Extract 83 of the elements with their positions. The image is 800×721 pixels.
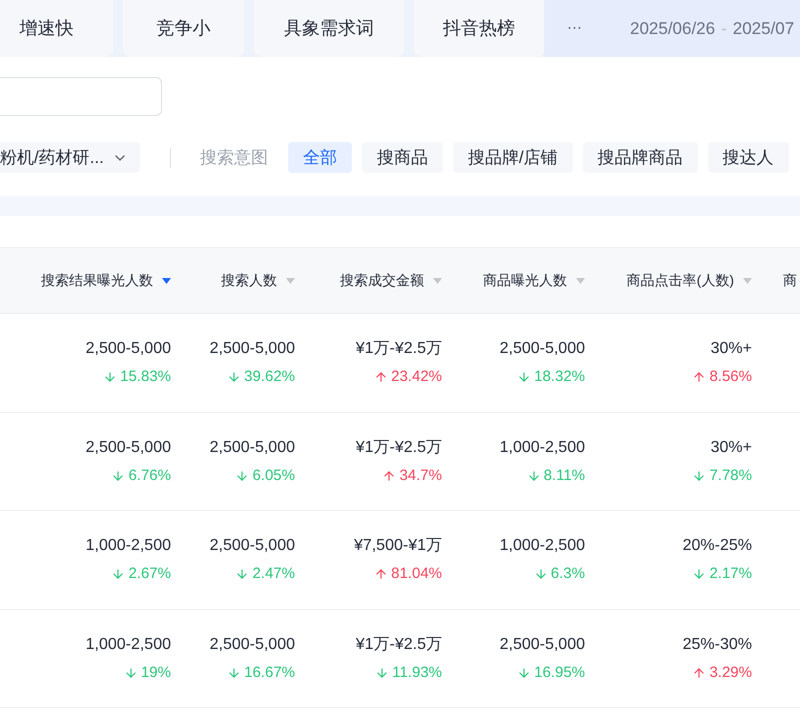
change-indicator: 7.78% [692,464,752,487]
arrow-down-icon [517,666,532,680]
sort-caret-icon [743,278,752,284]
change-indicator: 16.95% [517,662,585,684]
metric-value: 2,500-5,000 [500,339,585,359]
arrow-down-icon [692,468,706,483]
intent-chip[interactable]: 搜品牌/店铺 [452,142,573,173]
change-indicator: 8.56% [692,366,752,388]
more-tabs-button[interactable]: ··· [567,17,582,40]
category-tab[interactable]: 竞争小 [123,0,244,57]
sort-caret-icon [433,278,442,284]
metric-value: 2,500-5,000 [210,438,295,458]
change-indicator: 6.76% [111,464,171,487]
change-indicator: 34.7% [382,464,442,487]
metric-value: ¥1万-¥2.5万 [356,438,442,458]
change-indicator: 16.67% [227,662,295,684]
metric-value: 2,500-5,000 [210,634,295,654]
category-tab[interactable]: 增速快 [0,0,113,57]
metric-value: ¥1万-¥2.5万 [356,634,442,654]
arrow-up-icon [374,567,388,582]
metric-value: 30%+ [710,438,752,458]
sort-caret-icon [576,278,585,284]
column-header[interactable]: 商品点击率(人数) [626,270,752,291]
column-header[interactable]: 搜索人数 [221,270,295,291]
sort-caret-icon [286,278,295,284]
arrow-up-icon [692,370,706,384]
arrow-down-icon [235,468,250,483]
change-indicator: 2.17% [692,563,752,586]
metric-value: 20%-25% [682,536,752,556]
change-indicator: 19% [124,662,171,684]
metric-value: 25%-30% [682,634,752,654]
change-indicator: 81.04% [374,563,442,586]
metric-value: 2,500-5,000 [210,339,295,359]
change-indicator: 2.47% [235,563,295,586]
arrow-down-icon [534,567,548,582]
arrow-down-icon [235,567,250,582]
intent-chip[interactable]: 搜达人 [708,142,789,173]
category-tab[interactable]: 抖音热榜 [414,0,544,57]
metric-value: ¥7,500-¥1万 [354,536,442,556]
sort-caret-icon [162,278,171,284]
metric-value: 30%+ [710,339,752,359]
arrow-down-icon [375,666,390,680]
metric-value: 2,500-5,000 [210,536,295,556]
change-indicator: 11.93% [375,662,442,684]
search-field[interactable] [0,77,162,116]
column-header[interactable]: 搜索结果曝光人数 [41,270,171,291]
arrow-down-icon [111,468,126,483]
column-header[interactable]: 商品曝光人数 [483,270,585,291]
metric-value: 1,000-2,500 [500,536,585,556]
metric-value: 2,500-5,000 [86,438,171,458]
arrow-down-icon [526,468,541,483]
change-indicator: 6.3% [534,563,585,586]
change-indicator: 18.32% [517,366,585,388]
metric-value: 2,500-5,000 [500,634,585,654]
metric-value: 1,000-2,500 [500,438,585,458]
metric-value: 1,000-2,500 [86,536,171,556]
column-header[interactable]: 搜索成交金额 [340,270,442,291]
change-indicator: 23.42% [374,366,442,388]
arrow-up-icon [382,468,396,483]
category-dropdown[interactable]: 粉机/药材研... [0,142,140,173]
date-separator: - [721,18,727,40]
intent-chip[interactable]: 搜品牌商品 [582,142,698,173]
change-indicator: 2.67% [111,563,171,586]
metric-value: 2,500-5,000 [86,339,171,359]
change-indicator: 3.29% [692,662,752,684]
change-indicator: 15.83% [103,366,171,388]
start-date[interactable]: 2025/06/26 [630,16,716,42]
intent-chip[interactable]: 全部 [288,142,352,173]
arrow-down-icon [124,666,138,680]
end-date[interactable]: 2025/07 [732,16,794,42]
metric-value: ¥1万-¥2.5万 [356,339,442,359]
metric-value: 1,000-2,500 [86,634,171,654]
category-tab[interactable]: 具象需求词 [254,0,404,57]
column-header[interactable]: 商 [783,270,797,291]
arrow-up-icon [692,666,706,680]
arrow-down-icon [227,666,242,680]
change-indicator: 39.62% [227,366,295,388]
arrow-down-icon [692,567,706,582]
intent-chip[interactable]: 搜商品 [362,142,443,173]
filter-label: 搜索意图 [200,146,268,169]
arrow-down-icon [111,567,126,582]
change-indicator: 8.11% [526,464,585,487]
change-indicator: 6.05% [235,464,295,487]
